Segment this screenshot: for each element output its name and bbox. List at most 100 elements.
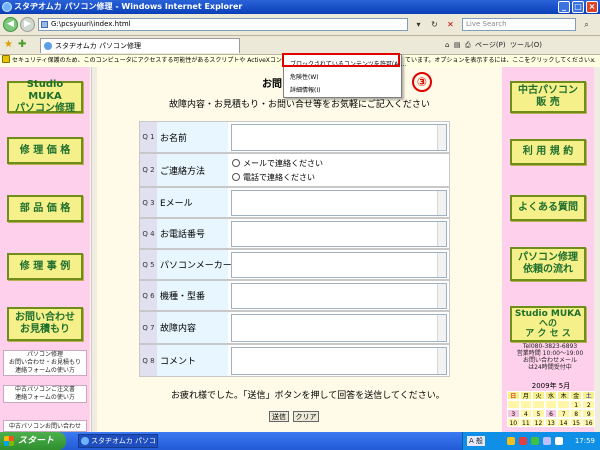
note-repair-form-guide[interactable]: パソコン修理 お問い合わせ・お見積もり 連絡フォームの使い方: [3, 350, 87, 376]
ie-logo-icon: [2, 2, 12, 12]
radio-circle-icon: [232, 159, 240, 167]
model-field[interactable]: [231, 283, 447, 309]
question-row-email: Q 3 Eメール: [139, 187, 450, 218]
menu-item-more-info[interactable]: 詳細情報(I): [290, 85, 320, 94]
calendar-day: 14: [557, 418, 570, 427]
nav-repair-cases[interactable]: 修 理 事 例: [7, 253, 83, 280]
left-sidebar: Studio MUKA パソコン修理 修 理 価 格 部 品 価 格 修 理 事…: [0, 67, 90, 432]
home-icon[interactable]: ⌂: [445, 41, 449, 49]
calendar-day: 5: [532, 409, 545, 418]
nav-terms[interactable]: 利 用 規 約: [510, 139, 586, 165]
calendar-week: 1 2: [507, 400, 596, 409]
tray-icon[interactable]: [531, 437, 539, 445]
maximize-button[interactable]: □: [572, 1, 584, 13]
infobar-close-icon[interactable]: ×: [590, 55, 595, 67]
submit-button[interactable]: 送信: [269, 411, 289, 422]
calendar-day: 10: [507, 418, 520, 427]
tab-label: スタヂオムカ パソコン修理: [55, 42, 142, 50]
calendar-week: 10 11 12 13 14 15 16: [507, 418, 596, 427]
search-input[interactable]: Live Search: [462, 18, 576, 31]
question-label: コメント: [157, 345, 228, 376]
form-intro: 故障内容・お見積もり・お問い合せ等をお気軽にご記入ください: [169, 100, 430, 110]
favorites-star-icon[interactable]: ★: [4, 39, 13, 51]
contact-info: Tel080-3823-6893 営業時間 10:00～19:00 お問い合わせ…: [516, 343, 584, 371]
forward-button[interactable]: ▶: [20, 17, 35, 32]
question-row-model: Q 6 機種・型番: [139, 280, 450, 311]
calendar-week: 3 4 5 6 7 8 9: [507, 409, 596, 418]
start-label: スタート: [18, 436, 55, 446]
page-menu[interactable]: ページ(P): [475, 41, 506, 49]
question-label: 故障内容: [157, 312, 228, 343]
print-icon[interactable]: ⎙: [465, 41, 471, 49]
calendar-day: 2: [582, 400, 596, 409]
search-placeholder: Live Search: [466, 20, 507, 28]
question-number: Q 7: [140, 312, 157, 343]
radio-email[interactable]: メールで連絡ください: [232, 158, 323, 169]
windows-logo-icon: [4, 436, 14, 446]
url-text: G:\pcsyuuri\index.html: [51, 20, 131, 28]
comment-field[interactable]: [231, 347, 447, 375]
start-button[interactable]: スタート: [0, 432, 66, 450]
question-label: 機種・型番: [157, 281, 228, 310]
question-label: お電話番号: [157, 219, 228, 248]
taskbar-item-label: スタヂオムカ パソコン...: [91, 437, 157, 445]
question-number: Q 6: [140, 281, 157, 310]
go-dropdown-icon[interactable]: ▾: [412, 18, 425, 31]
phone-field[interactable]: [231, 221, 447, 247]
close-button[interactable]: ×: [586, 1, 598, 13]
note-used-pc-order-guide[interactable]: 中古パソコンご注文書 連絡フォームの使い方: [3, 385, 87, 403]
question-number: Q 4: [140, 219, 157, 248]
nav-repair-price[interactable]: 修 理 価 格: [7, 137, 83, 164]
nav-studio-muka[interactable]: Studio MUKA パソコン修理: [7, 79, 83, 114]
stop-icon[interactable]: ✕: [444, 18, 457, 31]
back-button[interactable]: ◀: [3, 17, 18, 32]
calendar-day: 12: [532, 418, 545, 427]
minimize-button[interactable]: _: [558, 1, 570, 13]
address-bar: ◀ ▶ G:\pcsyuuri\index.html ▾ ↻ ✕ Live Se…: [0, 14, 600, 36]
search-icon[interactable]: ⌕: [580, 18, 593, 31]
fault-field[interactable]: [231, 314, 447, 342]
tray-icon[interactable]: [543, 437, 551, 445]
question-row-name: Q 1 お名前: [139, 121, 450, 153]
calendar-day: 9: [582, 409, 596, 418]
highlight-frame: [282, 53, 400, 67]
radio-phone[interactable]: 電話で連絡ください: [232, 172, 315, 183]
calendar-weekday: 水: [544, 391, 558, 400]
question-label: お名前: [157, 122, 228, 152]
maker-field[interactable]: [231, 252, 447, 278]
tray-icon[interactable]: [519, 437, 527, 445]
taskbar-item-ie[interactable]: スタヂオムカ パソコン...: [78, 434, 158, 448]
question-row-contact-method: Q 2 ご連絡方法 メールで連絡ください 電話で連絡ください: [139, 153, 450, 187]
calendar-day: 16: [582, 418, 596, 427]
calendar-weekday: 土: [582, 391, 596, 400]
nav-parts-price[interactable]: 部 品 価 格: [7, 195, 83, 222]
clear-button[interactable]: クリア: [293, 411, 319, 422]
nav-repair-flow[interactable]: パソコン修理 依頼の流れ: [510, 247, 586, 281]
nav-access[interactable]: Studio MUKA への ア ク セ ス: [510, 306, 586, 342]
calendar-day: 4: [519, 409, 533, 418]
add-favorites-icon[interactable]: ✚: [18, 39, 26, 51]
right-frame-scrollbar[interactable]: [594, 67, 600, 432]
infobar-text-right: ています。オプションを表示するには、ここをクリックしてください...: [405, 57, 596, 64]
tab-current[interactable]: スタヂオムカ パソコン修理: [40, 38, 240, 53]
note-used-pc-contact[interactable]: 中古パソコンお問い合わせ: [3, 420, 87, 432]
volume-icon[interactable]: [555, 437, 563, 445]
question-label: Eメール: [157, 188, 228, 217]
taskbar: スタート スタヂオムカ パソコン... A 般 17:59: [0, 432, 600, 450]
question-number: Q 1: [140, 122, 157, 152]
command-bar: ⌂ ▤ ⎙ ページ(P) ツール(O): [445, 39, 542, 51]
email-field[interactable]: [231, 190, 447, 216]
calendar-day: [507, 400, 520, 409]
refresh-icon[interactable]: ↻: [428, 18, 441, 31]
window-title: スタヂオムカ パソコン修理 - Windows Internet Explore…: [14, 2, 243, 11]
tray-icon[interactable]: [507, 437, 515, 445]
nav-faq[interactable]: よくある質問: [510, 195, 586, 221]
menu-item-risk[interactable]: 危険性(W): [290, 72, 319, 81]
name-field[interactable]: [231, 124, 447, 151]
ime-indicator[interactable]: A 般: [467, 436, 486, 446]
feeds-icon[interactable]: ▤: [454, 41, 461, 49]
tools-menu[interactable]: ツール(O): [510, 41, 542, 49]
nav-used-pc-sales[interactable]: 中古パソコン 販 売: [510, 81, 586, 113]
url-input[interactable]: G:\pcsyuuri\index.html: [38, 18, 408, 31]
nav-contact-estimate[interactable]: お問い合わせ お見積もり: [7, 307, 83, 341]
